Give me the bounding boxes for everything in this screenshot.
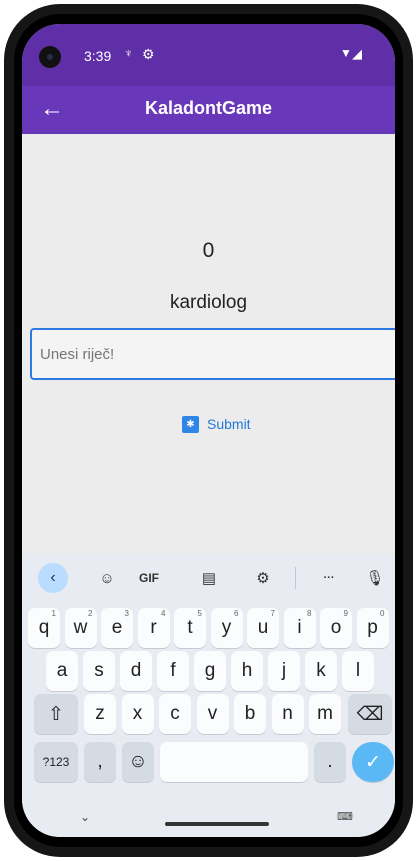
- period-key[interactable]: .: [314, 742, 346, 782]
- key-label: x: [132, 703, 143, 724]
- key-hint: 4: [161, 609, 166, 618]
- soft-keyboard: ‹ ☺ GIF ▤ ⚙ ··· 🎙 ⇧ ⌫ ?123 , ☺ . ✓ ⌄ ⌨ q…: [22, 554, 395, 837]
- keyboard-collapse-icon[interactable]: ‹: [38, 563, 68, 593]
- key-label: c: [170, 703, 180, 724]
- shift-key[interactable]: ⇧: [34, 694, 78, 734]
- key-label: e: [111, 617, 123, 638]
- submit-label: Submit: [207, 416, 251, 432]
- nav-collapse-icon[interactable]: ⌄: [80, 810, 90, 824]
- app-bar: ← KaladontGame: [22, 86, 395, 134]
- key-n[interactable]: n: [271, 694, 304, 734]
- backspace-key[interactable]: ⌫: [348, 694, 392, 734]
- front-camera: [39, 46, 61, 68]
- key-label: i: [297, 617, 302, 638]
- space-key[interactable]: [160, 742, 308, 782]
- current-word: kardiolog: [169, 292, 248, 313]
- key-i[interactable]: i8: [283, 608, 316, 648]
- key-v[interactable]: v: [196, 694, 229, 734]
- status-time: 3:39: [84, 48, 112, 64]
- key-t[interactable]: t5: [174, 608, 206, 648]
- toolbar-divider: [295, 567, 296, 589]
- key-x[interactable]: x: [121, 694, 154, 734]
- gesture-nav-bar[interactable]: [165, 822, 269, 826]
- signal-icon: ◢: [352, 46, 362, 61]
- key-label: p: [367, 617, 378, 638]
- gif-button[interactable]: GIF: [132, 562, 166, 594]
- key-d[interactable]: d: [120, 651, 152, 691]
- key-hint: 8: [307, 609, 312, 618]
- key-hint: 9: [343, 609, 348, 618]
- settings-status-icon: ⚙: [142, 46, 155, 62]
- key-p[interactable]: p0: [356, 608, 389, 648]
- key-s[interactable]: s: [83, 651, 115, 691]
- more-options-icon[interactable]: ···: [314, 562, 344, 594]
- key-j[interactable]: j: [268, 651, 300, 691]
- key-c[interactable]: c: [159, 694, 191, 734]
- key-label: z: [95, 703, 105, 724]
- score-value: 0: [202, 239, 215, 262]
- key-label: s: [94, 660, 104, 681]
- key-h[interactable]: h: [231, 651, 263, 691]
- wifi-icon: ▼: [340, 46, 352, 60]
- key-label: w: [73, 617, 88, 638]
- key-g[interactable]: g: [194, 651, 226, 691]
- key-label: t: [187, 617, 193, 638]
- key-label: j: [281, 660, 287, 681]
- key-hint: 3: [124, 609, 129, 618]
- key-hint: 6: [234, 609, 239, 618]
- key-label: r: [150, 617, 157, 638]
- sticker-icon[interactable]: ☺: [92, 562, 122, 594]
- key-label: n: [282, 703, 293, 724]
- key-u[interactable]: u7: [247, 608, 279, 648]
- key-hint: 7: [270, 609, 275, 618]
- submit-button[interactable]: ✱ Submit: [182, 412, 251, 436]
- microphone-icon[interactable]: 🎙: [360, 562, 390, 594]
- key-label: f: [170, 660, 176, 681]
- key-q[interactable]: q1: [28, 608, 60, 648]
- key-hint: 1: [51, 609, 56, 618]
- key-label: k: [316, 660, 326, 681]
- clipboard-icon[interactable]: ▤: [194, 562, 224, 594]
- keyboard-settings-icon[interactable]: ⚙: [248, 562, 278, 594]
- key-label: o: [330, 617, 342, 638]
- key-m[interactable]: m: [309, 694, 341, 734]
- key-o[interactable]: o9: [320, 608, 352, 648]
- key-label: y: [221, 617, 232, 638]
- key-label: q: [38, 617, 50, 638]
- symbols-key[interactable]: ?123: [34, 742, 78, 782]
- key-label: d: [130, 660, 142, 681]
- key-label: v: [207, 703, 218, 724]
- key-label: g: [204, 660, 216, 681]
- key-label: u: [257, 617, 269, 638]
- key-hint: 5: [197, 609, 202, 618]
- key-label: h: [241, 660, 253, 681]
- usb-debug-icon: ♆: [124, 46, 133, 60]
- key-hint: 2: [88, 609, 93, 618]
- app-title: KaladontGame: [144, 98, 273, 118]
- key-label: l: [355, 660, 361, 681]
- key-z[interactable]: z: [84, 694, 116, 734]
- key-w[interactable]: w2: [64, 608, 97, 648]
- key-l[interactable]: l: [342, 651, 374, 691]
- key-a[interactable]: a: [46, 651, 78, 691]
- key-label: b: [244, 703, 256, 724]
- key-b[interactable]: b: [234, 694, 266, 734]
- word-input[interactable]: [30, 328, 395, 380]
- submit-icon: ✱: [182, 415, 199, 433]
- key-y[interactable]: y6: [210, 608, 243, 648]
- screen: 3:39 ♆ ⚙ ▼ ◢ ← KaladontGame 0 kardiolog …: [22, 24, 395, 837]
- enter-key[interactable]: ✓: [352, 742, 394, 782]
- comma-key[interactable]: ,: [84, 742, 116, 782]
- emoji-key[interactable]: ☺: [122, 742, 154, 782]
- key-e[interactable]: e3: [101, 608, 133, 648]
- key-hint: 0: [380, 609, 385, 618]
- keyboard-switch-icon[interactable]: ⌨: [337, 810, 353, 823]
- key-label: a: [56, 660, 68, 681]
- key-r[interactable]: r4: [137, 608, 170, 648]
- key-k[interactable]: k: [305, 651, 337, 691]
- status-bar: 3:39 ♆ ⚙ ▼ ◢: [22, 24, 395, 86]
- key-f[interactable]: f: [157, 651, 189, 691]
- key-label: m: [317, 703, 333, 724]
